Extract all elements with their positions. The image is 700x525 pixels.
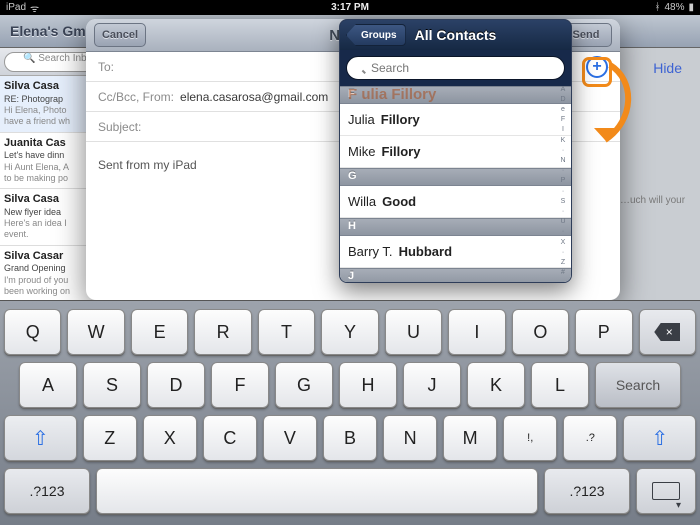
shift-icon: ⇧ (32, 426, 49, 451)
key-search[interactable]: Search (595, 362, 681, 408)
onscreen-keyboard: Q W E R T Y U I O P A S D F G H J K L Se… (0, 300, 700, 525)
hide-keyboard-link[interactable]: Hide (653, 60, 682, 76)
battery-icon: ▮ (688, 2, 694, 13)
ghost-text: F ulia Fillory (348, 86, 436, 103)
hide-keyboard-icon (652, 482, 680, 500)
key-l[interactable]: L (531, 362, 589, 408)
key-b[interactable]: B (323, 415, 377, 461)
status-bar: iPad ᯤ 3:17 PM ᚼ 48% ▮ (0, 0, 700, 15)
wifi-icon: ᯤ (30, 1, 39, 15)
key-e[interactable]: E (131, 309, 188, 355)
add-contact-button[interactable]: + (586, 56, 608, 78)
battery-pct: 48% (664, 2, 684, 13)
key-q[interactable]: Q (4, 309, 61, 355)
key-w[interactable]: W (67, 309, 124, 355)
contacts-list[interactable]: F ulia Fillory F JuliaFillory MikeFillor… (340, 86, 571, 282)
key-mode-left[interactable]: .?123 (4, 468, 90, 514)
alpha-index[interactable]: ADeFIK·N·P·S·U·X·Z# (557, 84, 569, 278)
groups-button[interactable]: Groups (346, 24, 406, 46)
carrier-label: iPad (6, 2, 26, 13)
popover-title: All Contacts (415, 27, 497, 43)
contact-row[interactable]: MikeFillory (340, 136, 571, 168)
section-header: H (340, 218, 571, 236)
key-b[interactable]: S (83, 362, 141, 408)
key-u[interactable]: U (385, 309, 442, 355)
from-value: elena.casarosa@gmail.com (180, 90, 328, 104)
key-space[interactable] (96, 468, 538, 514)
contact-row[interactable]: Barry T.Hubbard (340, 236, 571, 268)
contact-row[interactable]: WillaGood (340, 186, 571, 218)
clock: 3:17 PM (331, 2, 369, 13)
key-h[interactable]: H (339, 362, 397, 408)
key-o[interactable]: O (512, 309, 569, 355)
key-p[interactable]: P (575, 309, 632, 355)
key-t[interactable]: T (258, 309, 315, 355)
key-c[interactable]: C (203, 415, 257, 461)
to-label: To: (98, 60, 114, 74)
key-i[interactable]: I (448, 309, 505, 355)
ccbcc-label: Cc/Bcc, From: (98, 90, 174, 104)
contacts-popover: Groups All Contacts F ulia Fillory F Jul… (339, 19, 572, 283)
key-n[interactable]: N (383, 415, 437, 461)
key-shift-right[interactable]: ⇧ (623, 415, 696, 461)
section-header: J (340, 268, 571, 282)
subject-label: Subject: (98, 120, 141, 134)
key-period[interactable]: .? (563, 415, 617, 461)
backspace-icon (654, 323, 680, 341)
key-z[interactable]: Z (83, 415, 137, 461)
key-f[interactable]: F (211, 362, 269, 408)
cancel-button[interactable]: Cancel (94, 23, 146, 47)
shift-icon: ⇧ (651, 426, 668, 451)
key-d[interactable]: D (147, 362, 205, 408)
key-m[interactable]: M (443, 415, 497, 461)
key-a[interactable]: A (19, 362, 77, 408)
key-backspace[interactable] (639, 309, 696, 355)
key-j[interactable]: J (403, 362, 461, 408)
key-v[interactable]: V (263, 415, 317, 461)
key-g[interactable]: G (275, 362, 333, 408)
key-k[interactable]: K (467, 362, 525, 408)
key-y[interactable]: Y (321, 309, 378, 355)
key-mode-right[interactable]: .?123 (544, 468, 630, 514)
section-header: G (340, 168, 571, 186)
key-comma[interactable]: !, (503, 415, 557, 461)
contact-row[interactable]: JuliaFillory (340, 104, 571, 136)
contacts-search-input[interactable] (346, 56, 565, 80)
key-shift-left[interactable]: ⇧ (4, 415, 77, 461)
peek-text: …uch will your (620, 195, 690, 206)
key-x[interactable]: X (143, 415, 197, 461)
bluetooth-icon: ᚼ (654, 2, 660, 13)
key-hide-keyboard[interactable] (636, 468, 696, 514)
key-r[interactable]: R (194, 309, 251, 355)
